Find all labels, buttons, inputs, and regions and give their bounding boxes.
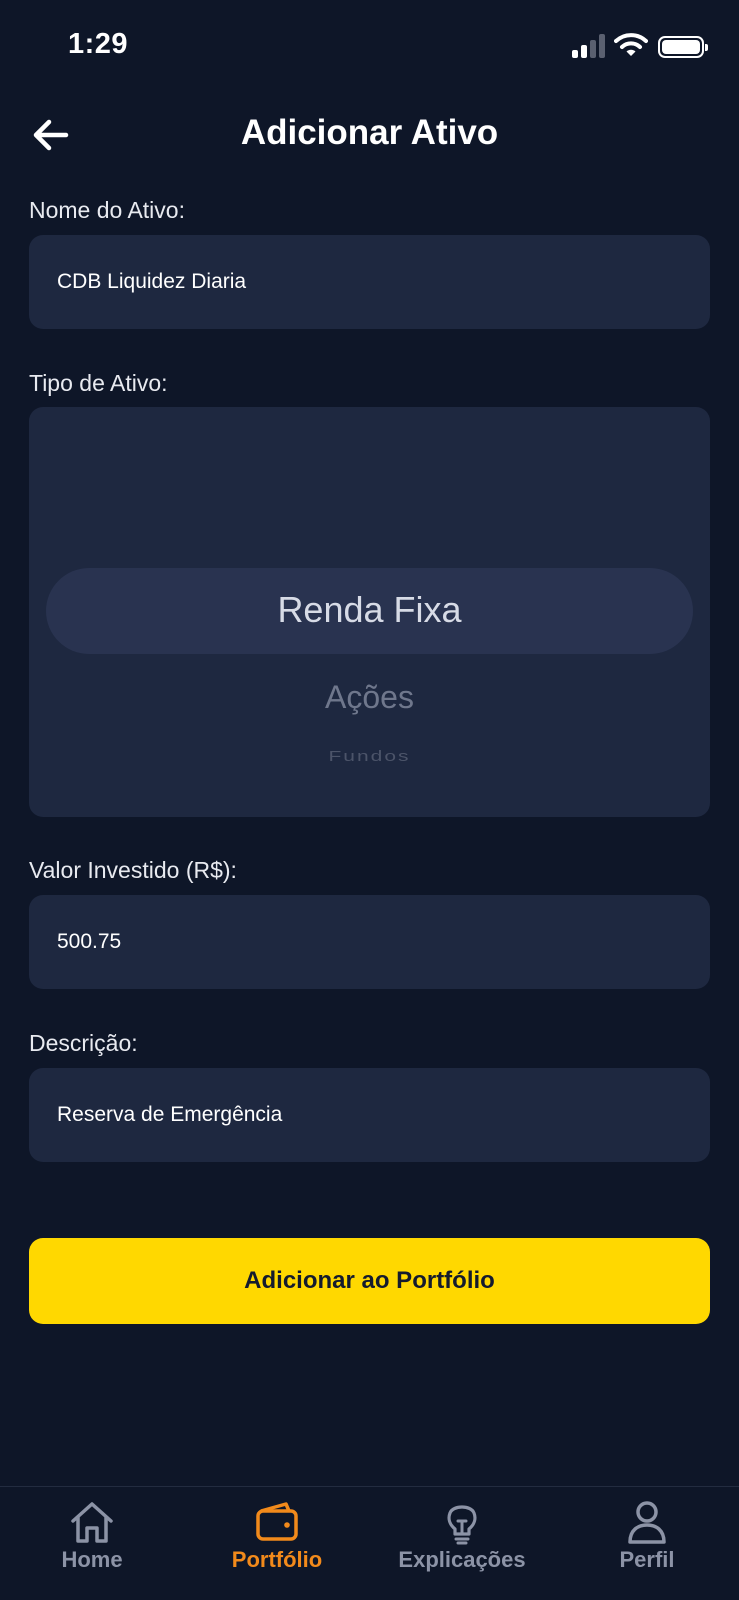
page-title: Adicionar Ativo: [240, 113, 499, 152]
lightbulb-icon: [447, 1505, 477, 1545]
tab-bar: Home Portfólio Explicações Perfil: [0, 1486, 739, 1600]
tab-portfolio[interactable]: Portfólio: [192, 1499, 362, 1589]
invested-value-label: Valor Investido (R$):: [29, 857, 237, 883]
add-to-portfolio-button[interactable]: Adicionar ao Portfólio: [29, 1238, 710, 1324]
tab-profile-label: Perfil: [619, 1547, 675, 1572]
cellular-signal-icon: [572, 34, 606, 58]
tab-explanations-label: Explicações: [398, 1547, 526, 1572]
tab-home-label: Home: [61, 1547, 123, 1572]
home-icon: [71, 1502, 113, 1543]
person-icon: [628, 1501, 666, 1544]
tab-portfolio-label: Portfólio: [231, 1547, 323, 1572]
asset-name-label: Nome do Ativo:: [29, 197, 185, 223]
asset-name-value: CDB Liquidez Diaria: [57, 270, 247, 293]
status-time: 1:29: [68, 28, 129, 60]
asset-type-picker[interactable]: Renda Fixa Ações Fundos: [29, 407, 710, 817]
invested-value-input[interactable]: 500.75: [29, 895, 710, 989]
add-asset-screen: 1:29 Adicionar Ativo Nome do Ativo: CDB …: [0, 0, 739, 1600]
description-label: Descrição:: [29, 1030, 138, 1056]
tab-profile[interactable]: Perfil: [562, 1499, 732, 1589]
picker-option[interactable]: Ações: [29, 679, 710, 716]
header: Adicionar Ativo: [0, 100, 739, 170]
picker-option-selected[interactable]: Renda Fixa: [29, 589, 710, 631]
asset-type-label: Tipo de Ativo:: [29, 370, 168, 396]
invested-value-value: 500.75: [57, 930, 122, 953]
wifi-icon: [614, 33, 648, 56]
picker-option[interactable]: Fundos: [29, 749, 710, 766]
status-bar: 1:29: [0, 0, 739, 96]
description-value: Reserva de Emergência: [57, 1103, 283, 1126]
battery-icon: [658, 36, 708, 58]
tab-explanations[interactable]: Explicações: [377, 1499, 547, 1589]
description-input[interactable]: Reserva de Emergência: [29, 1068, 710, 1162]
asset-name-input[interactable]: CDB Liquidez Diaria: [29, 235, 710, 329]
wallet-icon: [256, 1502, 298, 1541]
tab-home[interactable]: Home: [7, 1499, 177, 1589]
